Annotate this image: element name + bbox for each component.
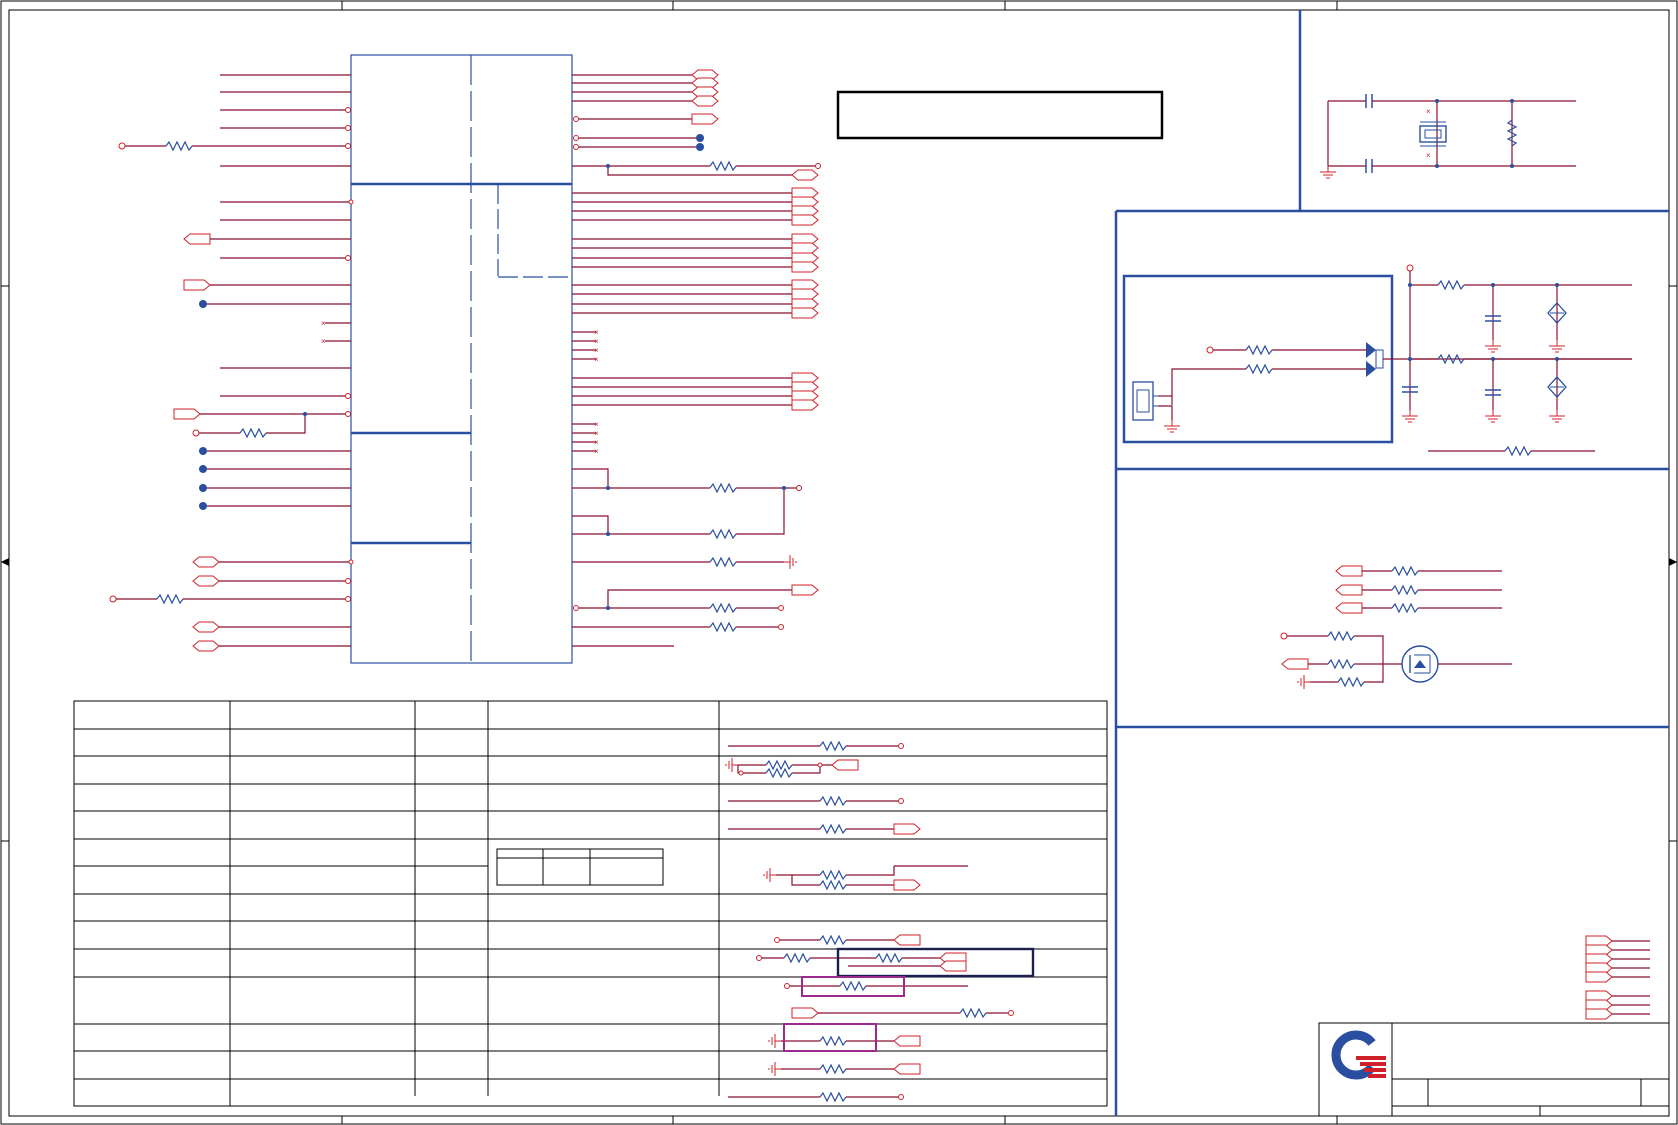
connector-block — [1122, 274, 1394, 444]
note-box — [836, 90, 1164, 140]
company-logo — [1331, 1030, 1386, 1080]
svg-text:×: × — [321, 319, 326, 328]
crystal-icon — [1419, 125, 1447, 143]
title-block — [1318, 1022, 1670, 1117]
svg-text:×: × — [1426, 107, 1431, 116]
schematic-drawing: × × × × × × × × × × ×× — [0, 0, 1678, 1125]
strap-table — [73, 700, 1108, 1107]
svg-text:×: × — [594, 438, 599, 447]
svg-text:×: × — [594, 355, 599, 364]
schematic-sheet: × × × × × × × × × × × × — [0, 0, 1678, 1125]
connector-icon — [1132, 381, 1158, 421]
main-ic-symbol — [350, 54, 573, 664]
dual-diode-icon — [1366, 342, 1384, 377]
power-diode-circuit — [1122, 264, 1632, 456]
crystal-circuit: ×× — [1319, 94, 1576, 179]
svg-text:×: × — [594, 429, 599, 438]
mosfet-icon — [1401, 645, 1439, 683]
ic-right-nets: × × × × × × × × — [572, 69, 821, 647]
svg-text:×: × — [321, 337, 326, 346]
svg-text:×: × — [1426, 151, 1431, 160]
svg-text:×: × — [594, 447, 599, 456]
svg-text:×: × — [594, 346, 599, 355]
svg-text:×: × — [594, 337, 599, 346]
svg-text:×: × — [594, 420, 599, 429]
mosfet-circuit — [1280, 565, 1512, 690]
offpage-ports — [1585, 935, 1650, 1020]
svg-text:×: × — [594, 328, 599, 337]
ic-left-nets: × × — [109, 74, 354, 652]
